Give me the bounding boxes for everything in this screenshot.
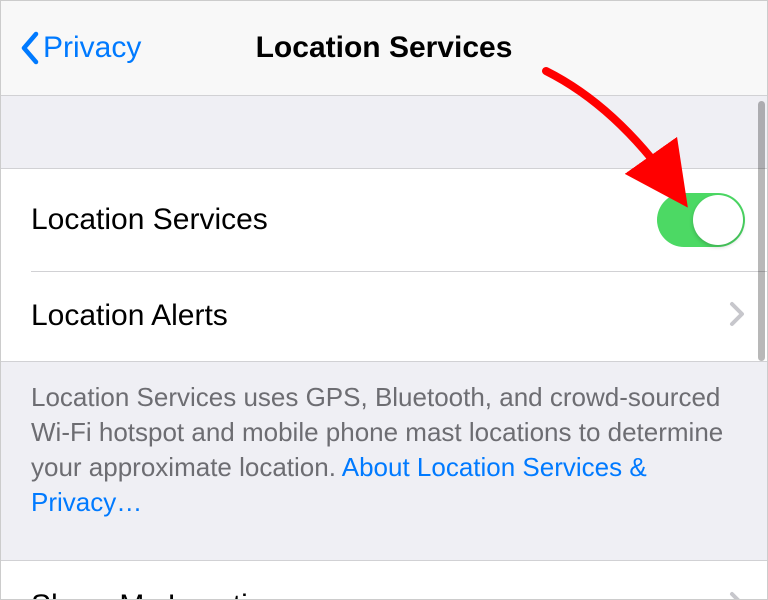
section-spacer — [1, 96, 767, 168]
location-alerts-row[interactable]: Location Alerts — [1, 271, 767, 361]
chevron-right-icon — [729, 301, 745, 332]
share-location-group: Share My Location — [1, 560, 767, 599]
location-services-row: Location Services — [1, 169, 767, 271]
content-scroll[interactable]: Location Services Location Alerts Locati… — [1, 96, 767, 599]
navigation-bar: Privacy Location Services — [1, 1, 767, 96]
share-location-label: Share My Location — [31, 589, 281, 599]
chevron-right-icon — [729, 591, 745, 599]
share-location-row[interactable]: Share My Location — [1, 561, 767, 599]
chevron-left-icon — [19, 31, 39, 65]
location-alerts-label: Location Alerts — [31, 299, 228, 333]
toggle-knob — [693, 195, 743, 245]
page-title: Location Services — [256, 31, 513, 65]
section-footer: Location Services uses GPS, Bluetooth, a… — [1, 362, 767, 560]
back-label: Privacy — [43, 31, 141, 65]
settings-screen: Privacy Location Services Location Servi… — [0, 0, 768, 600]
location-services-label: Location Services — [31, 203, 268, 237]
scrollbar[interactable] — [758, 101, 765, 361]
settings-group: Location Services Location Alerts — [1, 168, 767, 362]
back-button[interactable]: Privacy — [1, 31, 141, 65]
location-services-toggle[interactable] — [657, 193, 745, 247]
